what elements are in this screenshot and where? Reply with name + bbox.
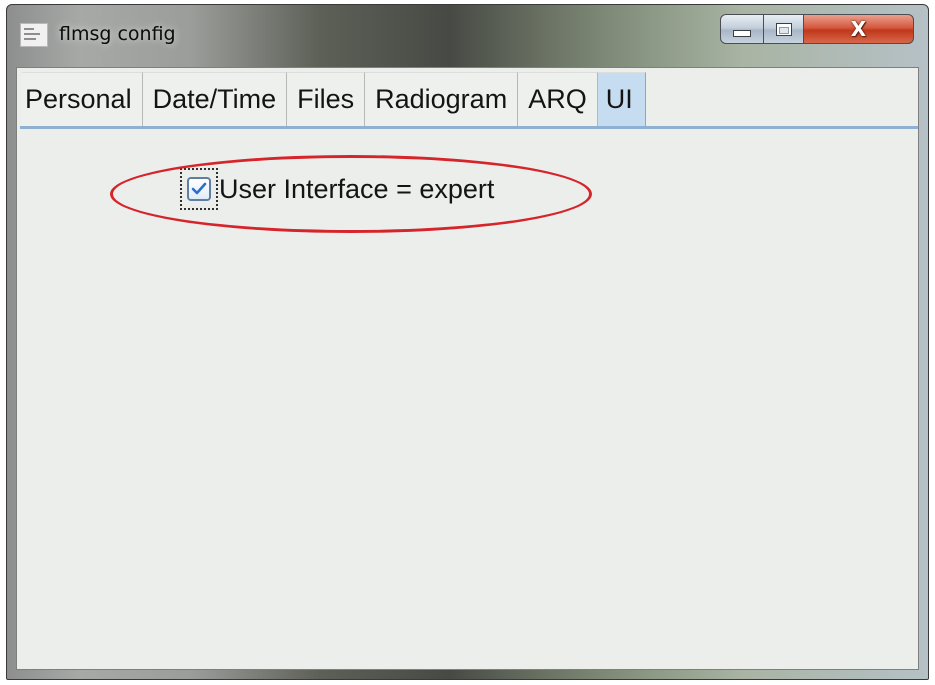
expert-ui-checkbox-row[interactable]: User Interface = expert <box>180 168 494 210</box>
client-area: Personal Date/Time Files Radiogram ARQ U… <box>16 67 919 670</box>
expert-ui-checkbox[interactable] <box>187 177 211 201</box>
tab-radiogram[interactable]: Radiogram <box>365 72 519 126</box>
tab-label: ARQ <box>528 84 587 114</box>
focus-indicator <box>180 168 218 210</box>
minimize-icon <box>733 29 751 37</box>
check-icon <box>191 182 207 195</box>
expert-ui-checkbox-label: User Interface = expert <box>219 173 495 204</box>
tab-label: UI <box>605 84 633 114</box>
minimize-button[interactable] <box>720 14 764 44</box>
tab-arq[interactable]: ARQ <box>518 72 598 126</box>
close-icon: X <box>850 17 867 41</box>
close-button[interactable]: X <box>803 14 914 44</box>
title-bar[interactable]: flmsg config X <box>7 5 928 67</box>
config-window: flmsg config X Personal Date/Time Files … <box>6 4 929 680</box>
tab-label: Personal <box>25 84 132 114</box>
tab-label: Date/Time <box>152 84 277 114</box>
window-title: flmsg config <box>59 23 176 45</box>
maximize-icon <box>775 22 792 36</box>
maximize-button[interactable] <box>763 14 804 44</box>
ui-tab-panel: User Interface = expert <box>20 129 918 669</box>
tab-label: Files <box>297 84 355 114</box>
tab-personal[interactable]: Personal <box>22 72 143 126</box>
tab-bar: Personal Date/Time Files Radiogram ARQ U… <box>22 72 646 126</box>
tab-files[interactable]: Files <box>287 72 366 126</box>
app-icon[interactable] <box>20 23 48 47</box>
tab-label: Radiogram <box>375 84 508 114</box>
tab-date-time[interactable]: Date/Time <box>142 72 288 126</box>
tab-ui[interactable]: UI <box>597 72 646 126</box>
